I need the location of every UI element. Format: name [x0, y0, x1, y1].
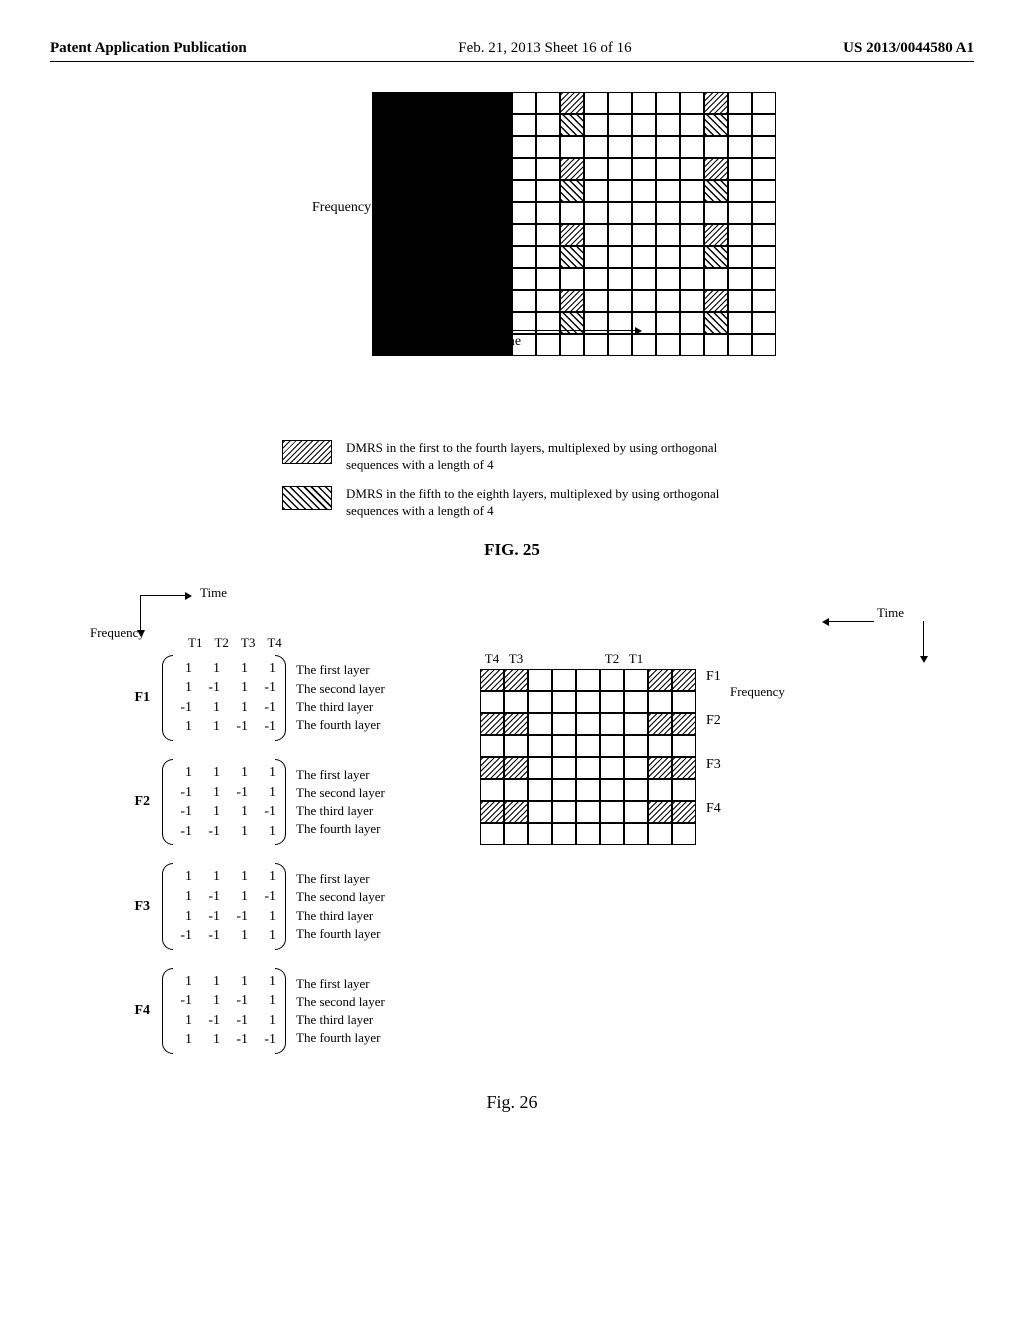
freq-side-label: F2: [706, 713, 721, 729]
time-arrow-icon: [140, 595, 190, 596]
figure-caption-26: Fig. 26: [50, 1092, 974, 1113]
legend-text-2: DMRS in the fifth to the eighth layers, …: [346, 486, 742, 520]
hdr-left: Patent Application Publication: [50, 40, 247, 57]
figure-caption: FIG. 25: [232, 540, 792, 560]
code-matrix: 1111-11-11-111-1-1-111: [162, 759, 286, 845]
matrix-freq-label: F1: [90, 690, 162, 706]
layer-labels: The first layerThe second layerThe third…: [296, 661, 385, 734]
time-headers: T1T2T3T4: [188, 635, 450, 651]
code-matrix: 11111-11-1-111-111-1-1: [162, 655, 286, 741]
legend: DMRS in the first to the fourth layers, …: [282, 440, 742, 520]
hdr-mid: Feb. 21, 2013 Sheet 16 of 16: [458, 40, 631, 57]
freq-side-label: F1: [706, 669, 721, 685]
matrix-freq-label: F4: [90, 1003, 162, 1019]
axes-right: Time: [480, 615, 934, 645]
code-matrix: 11111-11-11-1-11-1-111: [162, 863, 286, 949]
time-headers-right: T4T3T2T1: [480, 651, 934, 667]
x-axis-label: Time: [492, 334, 521, 350]
freq-arrow-icon: [923, 621, 924, 661]
freq-side-label: F3: [706, 757, 721, 773]
matrix-freq-label: F3: [90, 899, 162, 915]
time-arrow-icon: [824, 621, 874, 622]
matrix-freq-label: F2: [90, 794, 162, 810]
axes-left: Time Frequency: [90, 585, 450, 625]
freq-side-label: F4: [706, 801, 721, 817]
page-header: Patent Application Publication Feb. 21, …: [50, 40, 974, 62]
legend-text-1: DMRS in the first to the fourth layers, …: [346, 440, 742, 474]
hdr-right: US 2013/0044580 A1: [843, 40, 974, 57]
time-label: Time: [200, 585, 227, 601]
resource-grid: [512, 92, 776, 356]
layer-labels: The first layerThe second layerThe third…: [296, 870, 385, 943]
y-axis-label: Frequency: [312, 200, 371, 216]
layer-labels: The first layerThe second layerThe third…: [296, 766, 385, 839]
solid-block: [372, 92, 512, 356]
x-axis-arrow-icon: [380, 330, 640, 331]
time-label-right: Time: [877, 605, 904, 621]
y-axis-arrow-icon: [380, 240, 381, 330]
figure-26: Time Frequency T1T2T3T4 F111111-11-1-111…: [50, 585, 974, 1073]
legend-swatch-2: [282, 486, 332, 510]
code-matrix: 1111-11-111-1-1111-1-1: [162, 968, 286, 1054]
figure-25: Frequency Time DMRS in the first to the …: [232, 92, 792, 560]
resource-grid-right: FrequencyF1F2F3F4: [480, 669, 934, 845]
freq-label: Frequency: [90, 625, 145, 641]
layer-labels: The first layerThe second layerThe third…: [296, 975, 385, 1048]
legend-swatch-1: [282, 440, 332, 464]
